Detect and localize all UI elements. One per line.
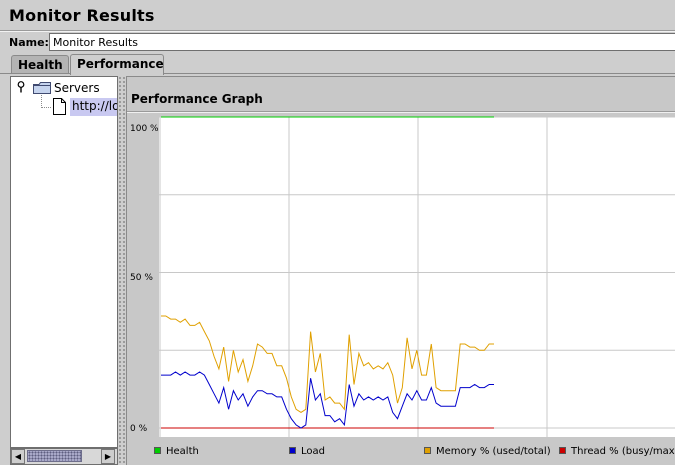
legend-item-health: Health: [154, 446, 199, 457]
legend-item-memory: Memory % (used/total): [424, 446, 551, 457]
legend-swatch: [424, 447, 431, 454]
legend-label: Load: [301, 446, 325, 457]
y-tick-label: 0 %: [130, 424, 148, 434]
legend-swatch: [559, 447, 566, 454]
legend-label: Health: [166, 446, 199, 457]
performance-graph: 100 % 50 % 0 %: [130, 116, 675, 437]
legend-label: Thread % (busy/max): [571, 446, 675, 457]
y-tick-label: 100 %: [130, 124, 159, 134]
y-tick-label: 50 %: [130, 273, 153, 283]
legend-swatch: [154, 447, 161, 454]
legend-item-thread: Thread % (busy/max): [559, 446, 675, 457]
legend-swatch: [289, 447, 296, 454]
legend-item-load: Load: [289, 446, 325, 457]
legend-label: Memory % (used/total): [436, 446, 551, 457]
plot-area: [159, 117, 675, 437]
